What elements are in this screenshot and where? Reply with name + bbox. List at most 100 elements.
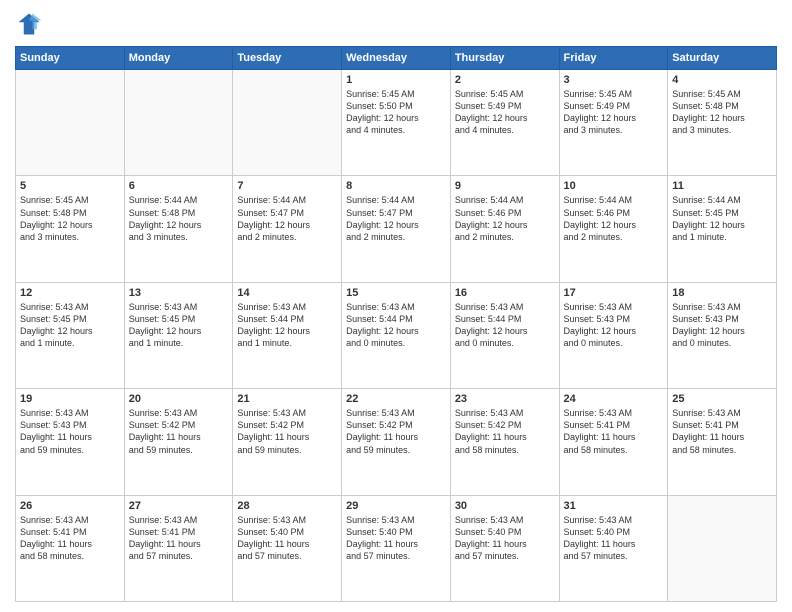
day-info: Sunrise: 5:43 AM Sunset: 5:40 PM Dayligh… — [455, 514, 555, 563]
day-info: Sunrise: 5:44 AM Sunset: 5:45 PM Dayligh… — [672, 194, 772, 243]
day-cell — [16, 70, 125, 176]
day-number: 24 — [564, 393, 664, 405]
weekday-header-wednesday: Wednesday — [342, 47, 451, 70]
day-info: Sunrise: 5:43 AM Sunset: 5:43 PM Dayligh… — [564, 301, 664, 350]
week-row-5: 26 Sunrise: 5:43 AM Sunset: 5:41 PM Dayli… — [16, 495, 777, 601]
day-info: Sunrise: 5:43 AM Sunset: 5:41 PM Dayligh… — [672, 407, 772, 456]
day-number: 14 — [237, 287, 337, 299]
day-info: Sunrise: 5:43 AM Sunset: 5:45 PM Dayligh… — [129, 301, 229, 350]
day-info: Sunrise: 5:43 AM Sunset: 5:40 PM Dayligh… — [564, 514, 664, 563]
day-number: 7 — [237, 180, 337, 192]
logo — [15, 10, 47, 38]
day-info: Sunrise: 5:43 AM Sunset: 5:42 PM Dayligh… — [346, 407, 446, 456]
day-cell: 22 Sunrise: 5:43 AM Sunset: 5:42 PM Dayli… — [342, 389, 451, 495]
day-number: 16 — [455, 287, 555, 299]
day-info: Sunrise: 5:43 AM Sunset: 5:43 PM Dayligh… — [672, 301, 772, 350]
day-info: Sunrise: 5:45 AM Sunset: 5:48 PM Dayligh… — [20, 194, 120, 243]
day-number: 23 — [455, 393, 555, 405]
day-number: 11 — [672, 180, 772, 192]
day-number: 6 — [129, 180, 229, 192]
day-info: Sunrise: 5:45 AM Sunset: 5:50 PM Dayligh… — [346, 88, 446, 137]
day-number: 26 — [20, 500, 120, 512]
day-info: Sunrise: 5:43 AM Sunset: 5:42 PM Dayligh… — [455, 407, 555, 456]
day-info: Sunrise: 5:44 AM Sunset: 5:48 PM Dayligh… — [129, 194, 229, 243]
day-number: 18 — [672, 287, 772, 299]
day-number: 10 — [564, 180, 664, 192]
day-cell: 1 Sunrise: 5:45 AM Sunset: 5:50 PM Daylig… — [342, 70, 451, 176]
weekday-header-monday: Monday — [124, 47, 233, 70]
day-cell: 21 Sunrise: 5:43 AM Sunset: 5:42 PM Dayli… — [233, 389, 342, 495]
day-cell: 30 Sunrise: 5:43 AM Sunset: 5:40 PM Dayli… — [450, 495, 559, 601]
day-info: Sunrise: 5:43 AM Sunset: 5:41 PM Dayligh… — [564, 407, 664, 456]
day-number: 30 — [455, 500, 555, 512]
day-info: Sunrise: 5:44 AM Sunset: 5:47 PM Dayligh… — [346, 194, 446, 243]
weekday-header-friday: Friday — [559, 47, 668, 70]
day-info: Sunrise: 5:43 AM Sunset: 5:40 PM Dayligh… — [346, 514, 446, 563]
day-number: 25 — [672, 393, 772, 405]
day-number: 29 — [346, 500, 446, 512]
day-cell: 2 Sunrise: 5:45 AM Sunset: 5:49 PM Daylig… — [450, 70, 559, 176]
day-cell: 23 Sunrise: 5:43 AM Sunset: 5:42 PM Dayli… — [450, 389, 559, 495]
day-info: Sunrise: 5:43 AM Sunset: 5:45 PM Dayligh… — [20, 301, 120, 350]
weekday-header-tuesday: Tuesday — [233, 47, 342, 70]
week-row-1: 1 Sunrise: 5:45 AM Sunset: 5:50 PM Daylig… — [16, 70, 777, 176]
day-cell — [124, 70, 233, 176]
day-number: 1 — [346, 74, 446, 86]
day-cell: 17Sunrise: 5:43 AM Sunset: 5:43 PM Dayli… — [559, 282, 668, 388]
day-cell: 27 Sunrise: 5:43 AM Sunset: 5:41 PM Dayli… — [124, 495, 233, 601]
day-number: 22 — [346, 393, 446, 405]
day-info: Sunrise: 5:43 AM Sunset: 5:42 PM Dayligh… — [237, 407, 337, 456]
day-number: 13 — [129, 287, 229, 299]
logo-icon — [15, 10, 43, 38]
day-cell: 12 Sunrise: 5:43 AM Sunset: 5:45 PM Dayli… — [16, 282, 125, 388]
day-info: Sunrise: 5:45 AM Sunset: 5:48 PM Dayligh… — [672, 88, 772, 137]
day-info: Sunrise: 5:43 AM Sunset: 5:40 PM Dayligh… — [237, 514, 337, 563]
day-cell: 16 Sunrise: 5:43 AM Sunset: 5:44 PM Dayli… — [450, 282, 559, 388]
day-cell: 8 Sunrise: 5:44 AM Sunset: 5:47 PM Daylig… — [342, 176, 451, 282]
day-cell: 24 Sunrise: 5:43 AM Sunset: 5:41 PM Dayli… — [559, 389, 668, 495]
day-cell: 31 Sunrise: 5:43 AM Sunset: 5:40 PM Dayli… — [559, 495, 668, 601]
calendar-table: SundayMondayTuesdayWednesdayThursdayFrid… — [15, 46, 777, 602]
day-number: 8 — [346, 180, 446, 192]
day-number: 28 — [237, 500, 337, 512]
day-cell: 29 Sunrise: 5:43 AM Sunset: 5:40 PM Dayli… — [342, 495, 451, 601]
day-info: Sunrise: 5:45 AM Sunset: 5:49 PM Dayligh… — [455, 88, 555, 137]
day-number: 12 — [20, 287, 120, 299]
day-cell: 19 Sunrise: 5:43 AM Sunset: 5:43 PM Dayli… — [16, 389, 125, 495]
day-info: Sunrise: 5:44 AM Sunset: 5:46 PM Dayligh… — [455, 194, 555, 243]
day-cell: 14Sunrise: 5:43 AM Sunset: 5:44 PM Dayli… — [233, 282, 342, 388]
weekday-header-row: SundayMondayTuesdayWednesdayThursdayFrid… — [16, 47, 777, 70]
week-row-3: 12 Sunrise: 5:43 AM Sunset: 5:45 PM Dayli… — [16, 282, 777, 388]
day-number: 5 — [20, 180, 120, 192]
day-cell: 5 Sunrise: 5:45 AM Sunset: 5:48 PM Daylig… — [16, 176, 125, 282]
day-info: Sunrise: 5:43 AM Sunset: 5:44 PM Dayligh… — [346, 301, 446, 350]
day-info: Sunrise: 5:43 AM Sunset: 5:43 PM Dayligh… — [20, 407, 120, 456]
day-info: Sunrise: 5:43 AM Sunset: 5:44 PM Dayligh… — [455, 301, 555, 350]
day-cell — [668, 495, 777, 601]
day-number: 21 — [237, 393, 337, 405]
day-info: Sunrise: 5:44 AM Sunset: 5:46 PM Dayligh… — [564, 194, 664, 243]
week-row-4: 19 Sunrise: 5:43 AM Sunset: 5:43 PM Dayli… — [16, 389, 777, 495]
weekday-header-sunday: Sunday — [16, 47, 125, 70]
day-cell: 3 Sunrise: 5:45 AM Sunset: 5:49 PM Daylig… — [559, 70, 668, 176]
day-number: 27 — [129, 500, 229, 512]
day-info: Sunrise: 5:45 AM Sunset: 5:49 PM Dayligh… — [564, 88, 664, 137]
day-number: 20 — [129, 393, 229, 405]
day-info: Sunrise: 5:43 AM Sunset: 5:41 PM Dayligh… — [129, 514, 229, 563]
header — [15, 10, 777, 38]
day-number: 2 — [455, 74, 555, 86]
day-cell: 10 Sunrise: 5:44 AM Sunset: 5:46 PM Dayli… — [559, 176, 668, 282]
day-info: Sunrise: 5:43 AM Sunset: 5:42 PM Dayligh… — [129, 407, 229, 456]
day-cell — [233, 70, 342, 176]
day-number: 4 — [672, 74, 772, 86]
day-cell: 26 Sunrise: 5:43 AM Sunset: 5:41 PM Dayli… — [16, 495, 125, 601]
day-number: 19 — [20, 393, 120, 405]
page: SundayMondayTuesdayWednesdayThursdayFrid… — [0, 0, 792, 612]
day-number: 31 — [564, 500, 664, 512]
weekday-header-thursday: Thursday — [450, 47, 559, 70]
day-number: 3 — [564, 74, 664, 86]
weekday-header-saturday: Saturday — [668, 47, 777, 70]
day-info: Sunrise: 5:43 AM Sunset: 5:41 PM Dayligh… — [20, 514, 120, 563]
day-cell: 7Sunrise: 5:44 AM Sunset: 5:47 PM Daylig… — [233, 176, 342, 282]
day-number: 9 — [455, 180, 555, 192]
